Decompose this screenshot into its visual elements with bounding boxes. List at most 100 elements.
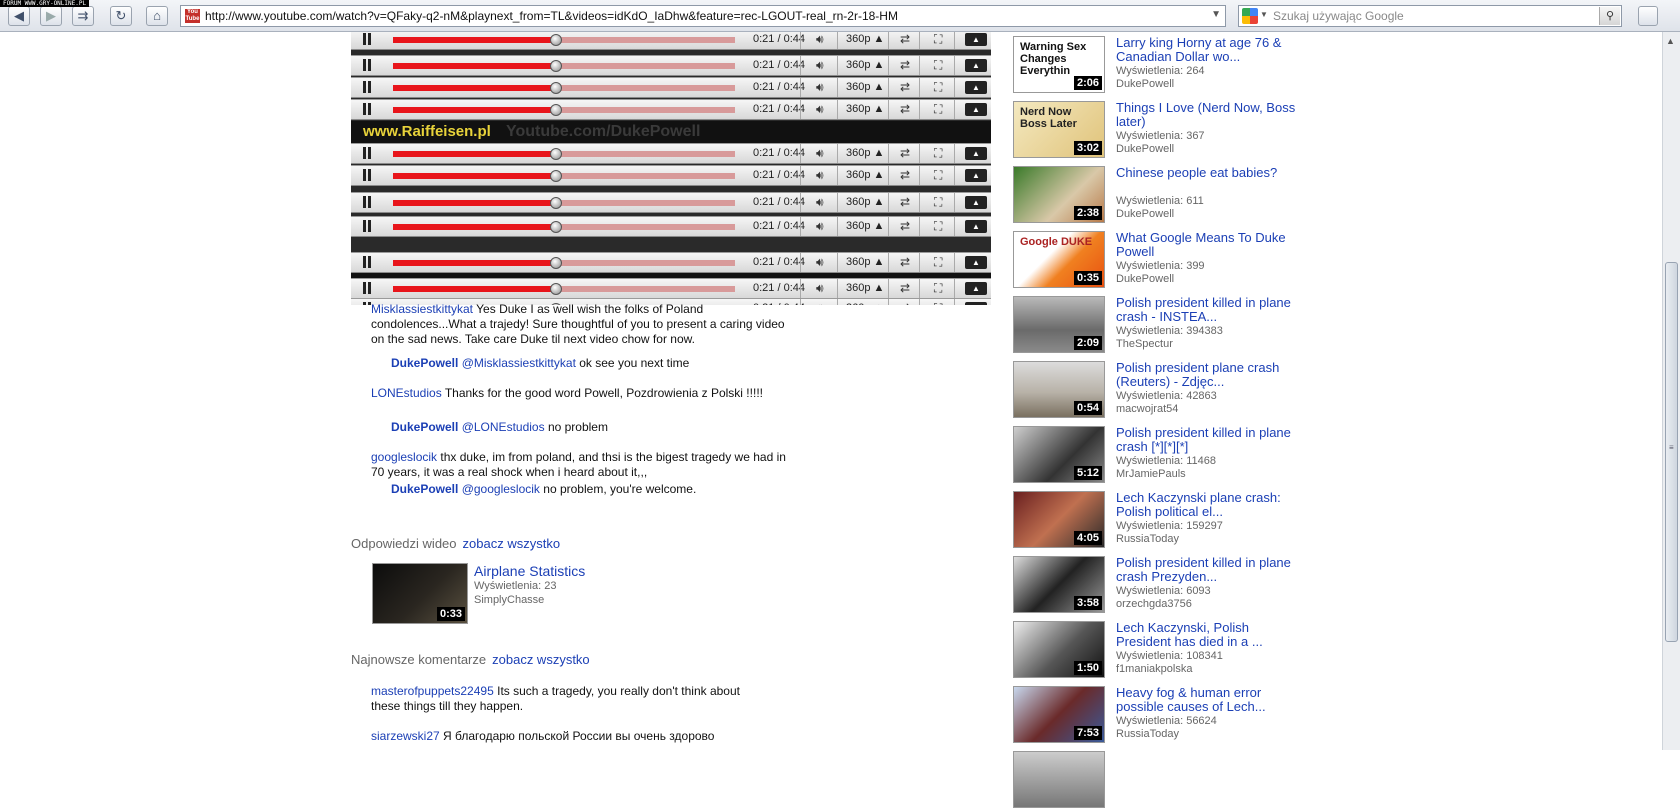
related-video-item[interactable]: 0:54 Polish president plane crash (Reuter… (1013, 361, 1303, 421)
progress-handle[interactable] (550, 170, 563, 182)
popout-icon[interactable]: ▲ (965, 81, 987, 94)
url-dropdown-icon[interactable]: ▼ (1211, 9, 1221, 20)
fullscreen-icon[interactable]: ⛶ (934, 219, 942, 234)
related-video-thumbnail[interactable]: 5:12 (1013, 426, 1105, 483)
progress-bar[interactable] (393, 257, 735, 269)
related-video-item[interactable]: Google DUKE 0:35 What Google Means To Duke… (1013, 231, 1303, 291)
related-video-user[interactable]: DukePowell (1116, 273, 1174, 285)
quality-selector[interactable]: 360p ▲ (846, 33, 884, 45)
progress-bar[interactable] (393, 82, 735, 94)
history-dropdown-icon[interactable]: ⇉ (72, 6, 94, 26)
related-video-thumbnail[interactable]: Google DUKE 0:35 (1013, 231, 1105, 288)
related-video-thumbnail[interactable]: 2:38 (1013, 166, 1105, 223)
pause-icon[interactable] (361, 220, 373, 232)
related-video-title[interactable]: What Google Means To Duke Powell (1116, 231, 1301, 259)
related-video-title[interactable]: Things I Love (Nerd Now, Boss later) (1116, 101, 1301, 129)
related-video-item[interactable]: Warning Sex Changes Everythin 2:06 Larry k… (1013, 36, 1303, 96)
progress-handle[interactable] (550, 197, 563, 209)
pause-icon[interactable] (361, 256, 373, 268)
comment-user[interactable]: googleslocik (371, 450, 437, 464)
comment-mention[interactable]: @Misklassiestkittykat (462, 356, 576, 370)
related-video-user[interactable]: RussiaToday (1116, 533, 1179, 545)
quality-selector[interactable]: 360p ▲ (846, 169, 884, 181)
address-bar[interactable]: You Tube http://www.youtube.com/watch?v=… (180, 5, 1226, 27)
related-video-item[interactable]: 3:58 Polish president killed in plane cra… (1013, 556, 1303, 616)
comment-user[interactable]: LONEstudios (371, 386, 442, 400)
related-video-thumbnail[interactable]: Nerd Now Boss Later 3:02 (1013, 101, 1105, 158)
related-video-item[interactable]: 2:09 Polish president killed in plane cra… (1013, 296, 1303, 356)
popout-icon[interactable]: ▲ (965, 103, 987, 116)
forward-arrow-icon[interactable]: ▶ (40, 6, 62, 26)
fullscreen-icon[interactable]: ⛶ (934, 168, 942, 183)
related-video-item[interactable]: Nerd Now Boss Later 3:02 Things I Love (Ne… (1013, 101, 1303, 161)
quality-selector[interactable]: 360p ▲ (846, 282, 884, 294)
video-responses-see-all[interactable]: zobacz wszystko (463, 536, 561, 551)
comment-mention[interactable]: @LONEstudios (462, 420, 545, 434)
progress-handle[interactable] (550, 283, 563, 295)
related-video-user[interactable]: MrJamiePauls (1116, 468, 1186, 480)
comment-user[interactable]: DukePowell (391, 356, 458, 370)
quality-selector[interactable]: 360p ▲ (846, 81, 884, 93)
progress-bar[interactable] (393, 148, 735, 160)
google-search-engine-icon[interactable] (1242, 8, 1258, 24)
fullscreen-icon[interactable]: ⛶ (934, 195, 942, 210)
related-video-title[interactable]: Polish president killed in plane crash [… (1116, 426, 1301, 454)
volume-icon[interactable]: 🔊︎ (816, 102, 824, 117)
related-video-user[interactable]: orzechgda3756 (1116, 598, 1192, 610)
volume-icon[interactable]: 🔊︎ (816, 58, 824, 73)
related-video-user[interactable]: macwojrat54 (1116, 403, 1178, 415)
repeat-icon[interactable]: ⇄ (900, 146, 910, 160)
related-video-item[interactable]: 5:12 Polish president killed in plane cra… (1013, 426, 1303, 486)
vertical-scrollbar[interactable]: ▲ ≡ (1662, 32, 1680, 750)
progress-bar[interactable] (393, 104, 735, 116)
progress-bar[interactable] (393, 170, 735, 182)
related-video-item[interactable]: 1:50 Lech Kaczynski, Polish President has… (1013, 621, 1303, 681)
repeat-icon[interactable]: ⇄ (900, 58, 910, 72)
progress-handle[interactable] (550, 221, 563, 233)
progress-bar[interactable] (393, 197, 735, 209)
engine-dropdown-icon[interactable]: ▼ (1260, 10, 1268, 19)
comment-user[interactable]: Misklassiestkittykat (371, 302, 473, 316)
related-video-user[interactable]: DukePowell (1116, 78, 1174, 90)
related-video-title[interactable]: Chinese people eat babies? (1116, 166, 1301, 180)
volume-icon[interactable]: 🔊︎ (816, 80, 824, 95)
reload-icon[interactable]: ↻ (110, 6, 132, 26)
related-video-thumbnail[interactable]: 2:09 (1013, 296, 1105, 353)
comment-mention[interactable]: @googleslocik (462, 482, 540, 496)
fullscreen-icon[interactable]: ⛶ (934, 102, 942, 117)
popout-icon[interactable]: ▲ (965, 59, 987, 72)
related-video-thumbnail[interactable]: 3:58 (1013, 556, 1105, 613)
quality-selector[interactable]: 360p ▲ (846, 220, 884, 232)
fullscreen-icon[interactable]: ⛶ (934, 301, 942, 305)
related-video-title[interactable]: Lech Kaczynski, Polish President has die… (1116, 621, 1301, 649)
back-arrow-icon[interactable]: ◀ (8, 6, 30, 26)
scrollbar-thumb[interactable]: ≡ (1665, 262, 1678, 642)
popout-icon[interactable]: ▲ (965, 147, 987, 160)
comment-user[interactable]: masterofpuppets22495 (371, 684, 494, 698)
related-video-thumbnail[interactable]: 4:05 (1013, 491, 1105, 548)
progress-handle[interactable] (550, 34, 563, 46)
quality-selector[interactable]: 360p ▲ (846, 103, 884, 115)
volume-icon[interactable]: 🔊︎ (816, 219, 824, 234)
related-video-thumbnail[interactable]: 0:54 (1013, 361, 1105, 418)
volume-icon[interactable]: 🔊︎ (816, 301, 824, 305)
video-response-title[interactable]: Airplane Statistics (474, 563, 585, 579)
quality-selector[interactable]: 360p ▲ (846, 196, 884, 208)
home-icon[interactable]: ⌂ (146, 6, 168, 26)
pause-icon[interactable] (361, 196, 373, 208)
scroll-up-arrow-icon[interactable]: ▲ (1666, 36, 1675, 46)
progress-bar[interactable] (393, 283, 735, 295)
pause-icon[interactable] (361, 59, 373, 71)
repeat-icon[interactable]: ⇄ (900, 80, 910, 94)
repeat-icon[interactable]: ⇄ (900, 195, 910, 209)
progress-handle[interactable] (550, 104, 563, 116)
related-video-thumbnail[interactable]: Warning Sex Changes Everythin 2:06 (1013, 36, 1105, 93)
related-video-thumbnail[interactable]: 1:50 (1013, 621, 1105, 678)
video-response-thumbnail[interactable]: 0:33 (372, 563, 468, 624)
popout-icon[interactable]: ▲ (965, 220, 987, 233)
bookmark-icon[interactable] (1638, 6, 1658, 26)
related-video-user[interactable]: RussiaToday (1116, 728, 1179, 740)
repeat-icon[interactable]: ⇄ (900, 102, 910, 116)
related-video-item[interactable]: 4:05 Lech Kaczynski plane crash: Polish p… (1013, 491, 1303, 551)
progress-handle[interactable] (550, 148, 563, 160)
